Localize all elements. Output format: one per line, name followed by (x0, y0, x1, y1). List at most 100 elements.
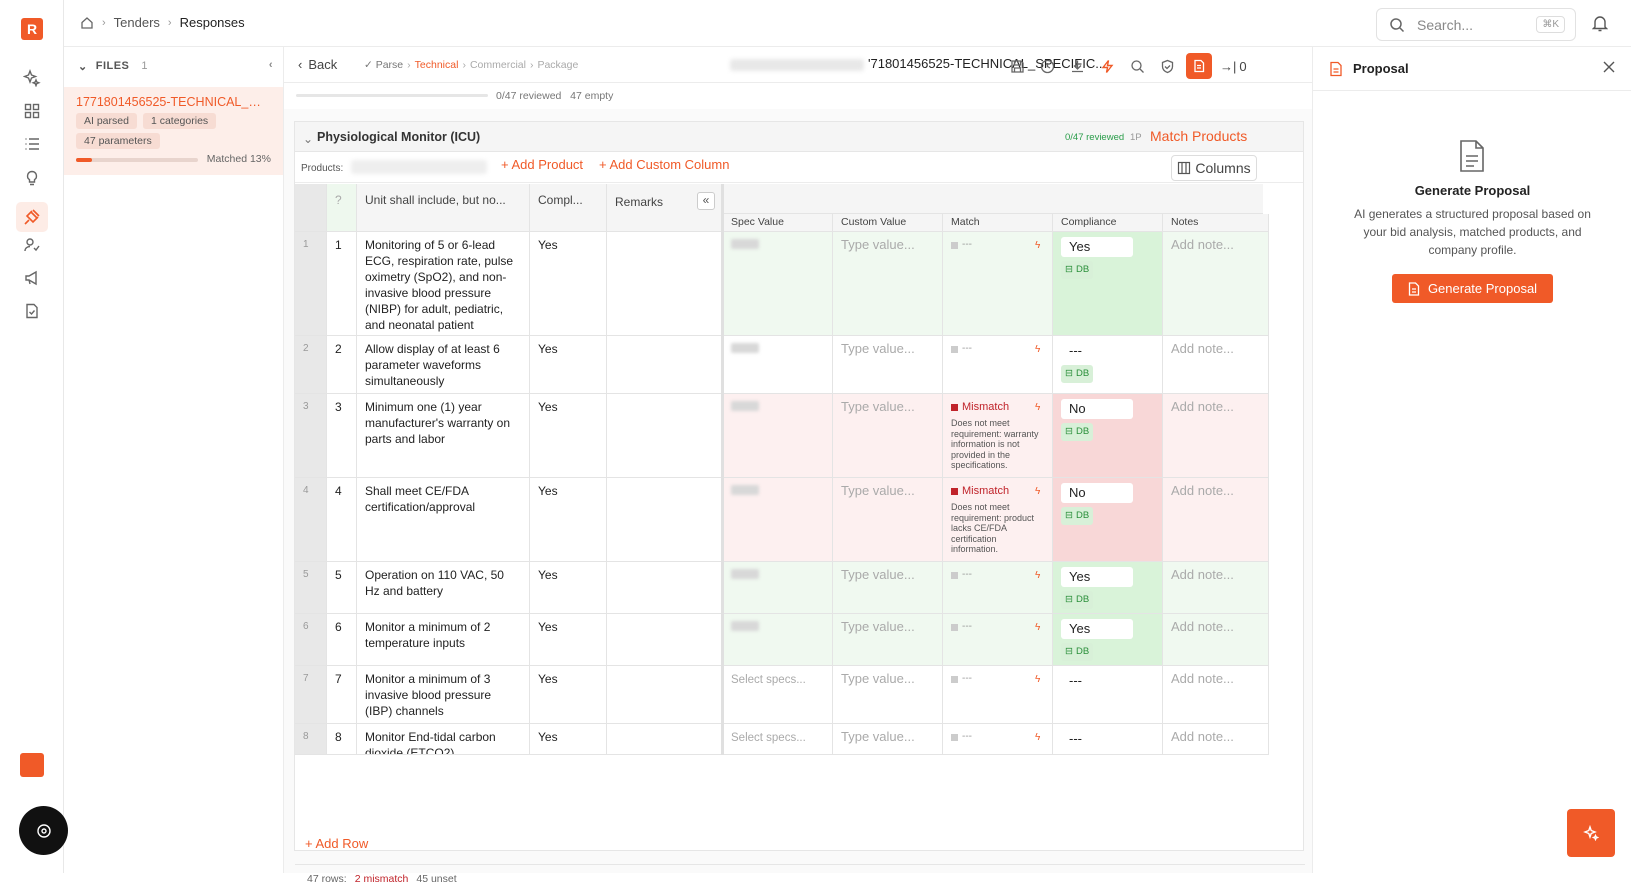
notes-input[interactable]: Add note... (1163, 666, 1269, 724)
collapse-left-icon[interactable]: ‹ (269, 59, 273, 71)
requirement-cell[interactable]: Monitor a minimum of 3 invasive blood pr… (357, 666, 530, 724)
collapse-columns-icon[interactable]: « (697, 192, 715, 210)
compliance-select[interactable]: --- (1061, 341, 1133, 361)
home-icon[interactable] (80, 16, 94, 30)
lightbulb-icon[interactable] (20, 166, 44, 190)
category-header[interactable]: ⌄ Physiological Monitor (ICU) 0/47 revie… (295, 122, 1303, 152)
match-header[interactable]: Match (943, 214, 1053, 232)
requirement-cell[interactable]: Shall meet CE/FDA certification/approval (357, 478, 530, 562)
requirement-cell[interactable]: Monitor a minimum of 2 temperature input… (357, 614, 530, 666)
avatar[interactable] (20, 753, 44, 777)
compliance-cell[interactable]: Yes (530, 614, 607, 666)
auto-match-icon[interactable]: ϟ (1035, 484, 1040, 500)
columns-button[interactable]: Columns (1171, 155, 1257, 181)
spec_value-header[interactable]: Spec Value (723, 214, 833, 232)
notes-header[interactable]: Notes (1163, 214, 1269, 232)
compliance-select-cell[interactable]: Yes ⊟ DB (1053, 562, 1163, 614)
compliance-select[interactable]: --- (1061, 729, 1133, 749)
compliance-cell[interactable]: Yes (530, 724, 607, 755)
spec-value-cell[interactable] (723, 614, 833, 666)
chevron-down-icon[interactable]: ⌄ (78, 60, 88, 73)
compliance-cell[interactable]: Yes (530, 478, 607, 562)
breadcrumb-tenders[interactable]: Tenders (114, 15, 160, 30)
compliance-select-cell[interactable]: --- ⊟ DB (1053, 336, 1163, 394)
compliance-select-cell[interactable]: --- (1053, 724, 1163, 755)
add-row-button[interactable]: + Add Row (305, 836, 368, 851)
compliance-select[interactable]: No (1061, 483, 1133, 503)
file-item[interactable]: 1771801456525-TECHNICAL_SPECIFICATION AI… (64, 87, 283, 175)
remarks-cell[interactable] (607, 336, 723, 394)
list-icon[interactable] (20, 132, 44, 156)
custom-value-input[interactable]: Type value... (833, 232, 943, 336)
row-handle[interactable]: 5 (295, 562, 327, 614)
ai-assistant-button[interactable] (1567, 809, 1615, 857)
compliance-cell[interactable]: Yes (530, 562, 607, 614)
compliance-cell[interactable]: Yes (530, 666, 607, 724)
requirement-cell[interactable]: Monitoring of 5 or 6-lead ECG, respirati… (357, 232, 530, 336)
custom-value-input[interactable]: Type value... (833, 336, 943, 394)
row-handle[interactable]: 8 (295, 724, 327, 755)
compliance-select[interactable]: No (1061, 399, 1133, 419)
custom_value-header[interactable]: Custom Value (833, 214, 943, 232)
requirement-cell[interactable]: Allow display of at least 6 parameter wa… (357, 336, 530, 394)
back-button[interactable]: ‹ Back (298, 57, 337, 72)
column-splitter[interactable] (721, 184, 724, 755)
spec-value-chip[interactable] (731, 621, 759, 631)
auto-match-icon[interactable]: ϟ (1035, 238, 1040, 254)
auto-match-icon[interactable]: ϟ (1035, 730, 1040, 746)
spec-value-cell[interactable]: Select specs... (723, 666, 833, 724)
match-cell[interactable]: --- ϟ (943, 614, 1053, 666)
row-handle[interactable]: 2 (295, 336, 327, 394)
row-handle[interactable]: 1 (295, 232, 327, 336)
row-handle[interactable]: 3 (295, 394, 327, 478)
notes-input[interactable]: Add note... (1163, 394, 1269, 478)
remarks-cell[interactable] (607, 562, 723, 614)
spec-value-cell[interactable]: Select specs... (723, 724, 833, 755)
row-handle[interactable]: 4 (295, 478, 327, 562)
notes-input[interactable]: Add note... (1163, 336, 1269, 394)
auto-match-icon[interactable]: ϟ (1035, 400, 1040, 416)
shield-check-icon[interactable] (1156, 54, 1178, 78)
remarks-cell[interactable] (607, 666, 723, 724)
sparkle-icon[interactable] (20, 66, 44, 90)
bell-icon[interactable] (1592, 14, 1608, 32)
compliance-header[interactable]: Compl... (530, 184, 607, 232)
compliance-select[interactable]: Yes (1061, 619, 1133, 639)
notes-input[interactable]: Add note... (1163, 232, 1269, 336)
remarks-cell[interactable] (607, 614, 723, 666)
match-products-button[interactable]: Match Products (1150, 128, 1247, 144)
spec-value-cell[interactable] (723, 562, 833, 614)
dashboard-icon[interactable] (20, 99, 44, 123)
spec-value-cell[interactable] (723, 394, 833, 478)
lightning-icon[interactable] (1096, 54, 1118, 78)
auto-match-icon[interactable]: ϟ (1035, 342, 1040, 358)
auto-match-icon[interactable]: ϟ (1035, 672, 1040, 688)
search-input[interactable]: Search... ⌘K (1376, 8, 1576, 41)
auto-match-icon[interactable]: ϟ (1035, 620, 1040, 636)
gavel-icon[interactable] (16, 202, 48, 232)
notes-input[interactable]: Add note... (1163, 478, 1269, 562)
user-check-icon[interactable] (20, 233, 44, 257)
compliance-select-cell[interactable]: Yes ⊟ DB (1053, 232, 1163, 336)
match-cell[interactable]: Mismatch Does not meet requirement: produ… (943, 478, 1053, 562)
compliance-select[interactable]: Yes (1061, 237, 1133, 257)
document-check-icon[interactable] (20, 299, 44, 323)
compliance-cell[interactable]: Yes (530, 232, 607, 336)
app-logo[interactable]: R (21, 18, 43, 40)
remarks-cell[interactable] (607, 478, 723, 562)
spec-value-chip[interactable] (731, 569, 759, 579)
custom-value-input[interactable]: Type value... (833, 478, 943, 562)
search-icon[interactable] (1126, 54, 1148, 78)
requirement-cell[interactable]: Monitor End-tidal carbon dioxide (ETCO2) (357, 724, 530, 755)
match-cell[interactable]: --- ϟ (943, 724, 1053, 755)
history-icon[interactable] (1036, 54, 1058, 78)
generate-proposal-button[interactable]: Generate Proposal (1392, 274, 1553, 303)
compliance-select[interactable]: Yes (1061, 567, 1133, 587)
notes-input[interactable]: Add note... (1163, 562, 1269, 614)
match-cell[interactable]: --- ϟ (943, 336, 1053, 394)
spec-value-cell[interactable] (723, 478, 833, 562)
product-chip[interactable] (351, 160, 487, 174)
chat-bubble-button[interactable] (19, 806, 68, 855)
spec-value-chip[interactable] (731, 343, 759, 353)
proposal-document-icon[interactable] (1186, 53, 1212, 79)
